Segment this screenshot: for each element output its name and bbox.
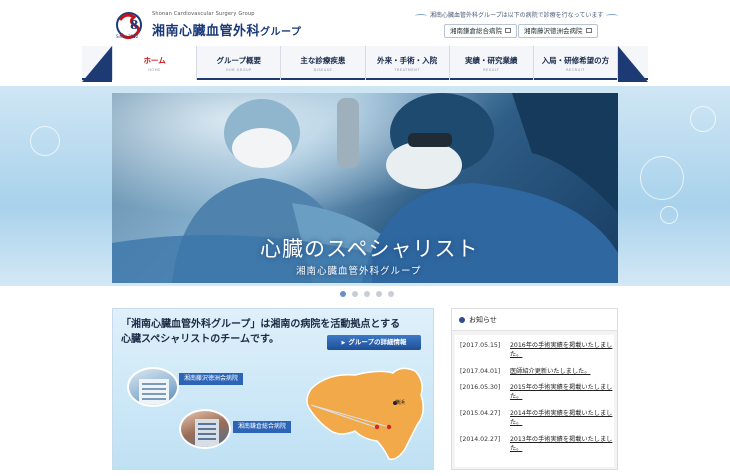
nav-item-home[interactable]: ホーム HOME xyxy=(112,46,197,80)
logo-since: Since 2012 xyxy=(116,34,139,39)
hospital-link-label: 湘南藤沢徳洲会病院 xyxy=(524,27,583,35)
hospital-label-fujisawa[interactable]: 湘南藤沢徳洲会病院 xyxy=(179,373,244,385)
news-date: [2017.04.01] xyxy=(460,368,501,375)
nav-sublabel: RECRUIT xyxy=(566,68,585,72)
logo-japanese-name: 湘南心臓血管外科グループ xyxy=(152,20,301,39)
group-intro-panel: 「湘南心臓血管外科グループ」は湘南の病院を活動拠点とする 心臓スペシャリストのチ… xyxy=(112,308,434,470)
news-header: お知らせ xyxy=(452,309,617,331)
hospital-label-kamakura[interactable]: 湘南鎌倉総合病院 xyxy=(233,421,292,433)
decorative-bubble xyxy=(660,206,678,224)
wave-ornament-icon xyxy=(606,13,619,18)
logo-english-name: Shonan Cardiovascular Surgery Group xyxy=(152,11,255,17)
group-detail-button[interactable]: ▶ グループの詳細情報 xyxy=(327,335,421,350)
intro-lead-line1: 「湘南心臓血管外科グループ」は湘南の病院を活動拠点とする xyxy=(121,319,401,330)
news-link[interactable]: 2016年の手術実績を掲載いたしました。 xyxy=(510,341,614,359)
map-city-label: 横浜 xyxy=(395,400,406,406)
nav-left-cap xyxy=(82,46,112,82)
header-notice-text: 湘南心臓血管外科グループは以下の病院で診療を行なっています xyxy=(430,12,604,19)
nav-label: 入局・研修希望の方 xyxy=(541,56,610,65)
news-heading: お知らせ xyxy=(469,316,497,324)
nav-sublabel: OUR GROUP xyxy=(225,68,252,72)
hospital-link-fujisawa[interactable]: 湘南藤沢徳洲会病院 xyxy=(518,24,598,38)
nav-label: 実績・研究業績 xyxy=(465,56,518,65)
nav-label: ホーム xyxy=(143,56,166,65)
news-date: [2014.02.27] xyxy=(460,436,501,443)
news-link[interactable]: 2013年の手術実績を掲載いたしました。 xyxy=(510,435,614,453)
news-panel: お知らせ [2017.05.15] 2016年の手術実績を掲載いたしました。 [… xyxy=(451,308,618,470)
external-link-icon xyxy=(505,27,511,33)
building-icon xyxy=(139,379,169,405)
nav-item-group[interactable]: グループ概要 OUR GROUP xyxy=(196,46,280,80)
nav-sublabel: RESULT xyxy=(483,68,500,72)
nav-label: グループ概要 xyxy=(216,56,262,65)
intro-lead-line2: 心臓スペシャリストのチームです。 xyxy=(121,334,279,345)
news-link[interactable]: 医師紹介更新いたしました。 xyxy=(510,367,614,376)
wave-ornament-icon xyxy=(415,13,427,18)
kanagawa-map xyxy=(306,367,424,461)
global-nav: ホーム HOME グループ概要 OUR GROUP 主な診療疾患 DISEASE… xyxy=(82,46,648,86)
nav-sublabel: DISEASE xyxy=(313,68,333,72)
bullet-icon xyxy=(459,317,465,323)
logo-name-suffix: グループ xyxy=(260,27,302,38)
decorative-bubble xyxy=(690,106,716,132)
nav-item-treatment[interactable]: 外来・手術・入院 TREATMENT xyxy=(364,46,449,80)
nav-right-cap xyxy=(618,46,648,82)
svg-text:8: 8 xyxy=(130,18,138,32)
slider-dot[interactable] xyxy=(376,291,382,297)
slider-dot[interactable] xyxy=(388,291,394,297)
news-list: [2017.05.15] 2016年の手術実績を掲載いたしました。 [2017.… xyxy=(455,335,614,467)
nav-item-disease[interactable]: 主な診療疾患 DISEASE xyxy=(280,46,364,80)
header-notice: 湘南心臓血管外科グループは以下の病院で診療を行なっています xyxy=(412,10,620,19)
hospital-link-label: 湘南鎌倉総合病院 xyxy=(450,27,502,35)
hospital-photo-kamakura[interactable] xyxy=(179,409,231,449)
nav-list: ホーム HOME グループ概要 OUR GROUP 主な診療疾患 DISEASE… xyxy=(112,46,619,80)
logo-name-main: 湘南心臓血管外科 xyxy=(152,24,261,39)
nav-item-recruit[interactable]: 入局・研修希望の方 RECRUIT xyxy=(532,46,619,80)
slider-dot[interactable] xyxy=(340,291,346,297)
group-detail-label: グループの詳細情報 xyxy=(348,338,407,346)
nav-label: 主な診療疾患 xyxy=(300,56,346,65)
external-link-icon xyxy=(585,27,592,33)
news-date: [2015.04.27] xyxy=(460,410,501,417)
hero-slider[interactable]: 心臓のスペシャリスト 湘南心臓血管外科グループ xyxy=(112,93,618,283)
building-icon xyxy=(195,419,219,447)
nav-sublabel: TREATMENT xyxy=(394,68,420,72)
triangle-right-icon: ▶ xyxy=(341,340,346,346)
hero-title: 心臓のスペシャリスト xyxy=(260,237,479,261)
hospital-photo-fujisawa[interactable] xyxy=(127,367,179,407)
slider-dot[interactable] xyxy=(352,291,358,297)
news-date: [2016.05.30] xyxy=(460,384,501,391)
news-date: [2017.05.15] xyxy=(460,342,501,349)
nav-label: 外来・手術・入院 xyxy=(377,56,438,65)
slider-dot[interactable] xyxy=(364,291,370,297)
slider-pagination xyxy=(340,291,394,297)
decorative-bubble xyxy=(640,156,684,200)
site-logo[interactable]: 8 Since 2012 Shonan Cardiovascular Surge… xyxy=(112,10,312,44)
hospital-link-kamakura[interactable]: 湘南鎌倉総合病院 xyxy=(444,24,517,38)
news-link[interactable]: 2015年の手術実績を掲載いたしました。 xyxy=(510,383,614,401)
decorative-bubble xyxy=(30,126,60,156)
nav-sublabel: HOME xyxy=(148,68,161,72)
news-link[interactable]: 2014年の手術実績を掲載いたしました。 xyxy=(510,409,614,427)
nav-item-result[interactable]: 実績・研究業績 RESULT xyxy=(448,46,533,80)
hero-subtitle: 湘南心臓血管外科グループ xyxy=(296,266,422,277)
